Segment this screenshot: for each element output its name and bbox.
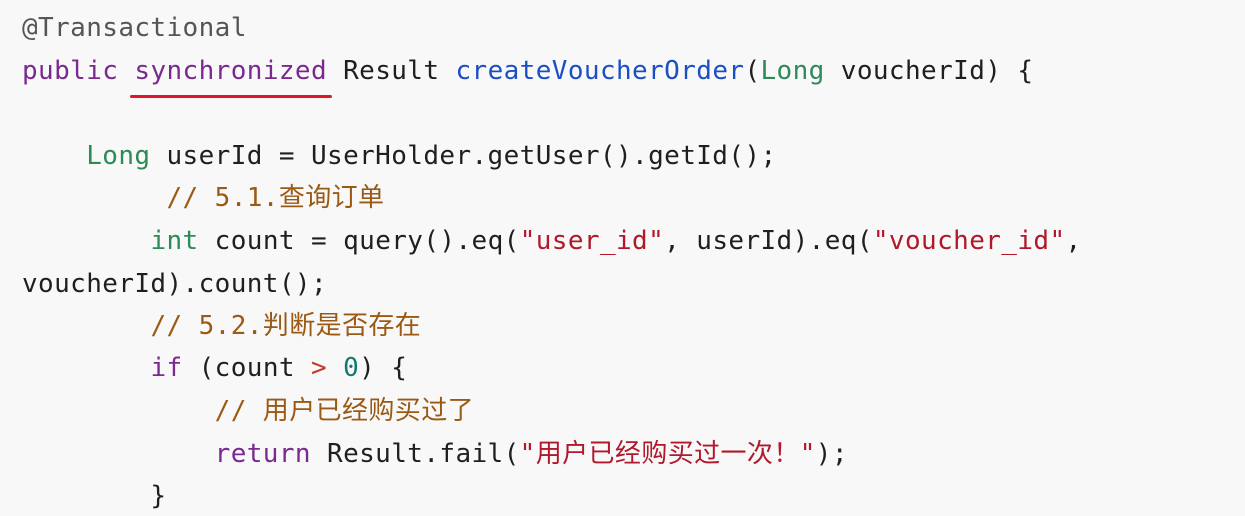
code-line: if (count > 0) { bbox=[22, 348, 407, 388]
code-token-type: Long bbox=[760, 56, 825, 86]
code-token-number: 0 bbox=[343, 353, 360, 383]
code-token-plain: ) { bbox=[359, 353, 408, 383]
code-token-type: int bbox=[150, 226, 199, 256]
code-token-comment: // 5.2.判断是否存在 bbox=[150, 311, 422, 341]
code-line: int count = query().eq("user_id", userId… bbox=[22, 221, 1082, 261]
code-line: // 5.2.判断是否存在 bbox=[22, 306, 421, 346]
code-token-string: "用户已经购买过一次！" bbox=[519, 439, 816, 469]
code-token-plain: Result.fail( bbox=[310, 439, 520, 469]
code-line: public synchronized Result createVoucher… bbox=[22, 51, 1033, 91]
code-token-plain: (count bbox=[182, 353, 311, 383]
code-token-string: "voucher_id" bbox=[872, 226, 1066, 256]
code-token-plain: ); bbox=[815, 439, 848, 469]
code-line: @Transactional bbox=[22, 8, 247, 48]
code-token-annotation: @Transactional bbox=[22, 13, 247, 43]
code-token-plain: Result bbox=[327, 56, 456, 86]
code-token-keyword: if bbox=[150, 353, 183, 383]
code-token-func: createVoucherOrder bbox=[455, 56, 745, 86]
code-block: @Transactional public synchronized Result… bbox=[0, 0, 1245, 511]
code-line: // 5.1.查询订单 bbox=[22, 178, 384, 218]
synchronized-underline-annotation bbox=[130, 95, 332, 98]
code-token-type: Long bbox=[86, 141, 151, 171]
code-token-plain: voucherId).count(); bbox=[22, 269, 328, 299]
code-token-plain: ( bbox=[744, 56, 761, 86]
code-token-op: > bbox=[310, 353, 328, 383]
code-token-comment: // 5.1.查询订单 bbox=[166, 183, 385, 213]
code-token-comment: // 用户已经购买过了 bbox=[214, 396, 475, 426]
code-token-string: "user_id" bbox=[519, 226, 665, 256]
code-line: Long userId = UserHolder.getUser().getId… bbox=[22, 136, 777, 176]
code-token-plain: voucherId) { bbox=[824, 56, 1034, 86]
code-line: return Result.fail("用户已经购买过一次！"); bbox=[22, 434, 848, 474]
code-token-plain: , userId).eq( bbox=[664, 226, 873, 256]
code-token-plain: userId = UserHolder.getUser().getId(); bbox=[150, 141, 777, 171]
code-token-plain: count = query().eq( bbox=[198, 226, 520, 256]
code-token-keyword: return bbox=[214, 439, 311, 469]
code-line: voucherId).count(); bbox=[22, 264, 327, 304]
code-line: } bbox=[22, 476, 166, 516]
code-token-plain: } bbox=[22, 481, 167, 511]
code-line: // 用户已经购买过了 bbox=[22, 391, 474, 431]
code-token-modifier: synchronized bbox=[134, 56, 328, 86]
code-token-modifier: public bbox=[22, 56, 119, 86]
code-token-plain: , bbox=[1065, 226, 1082, 256]
